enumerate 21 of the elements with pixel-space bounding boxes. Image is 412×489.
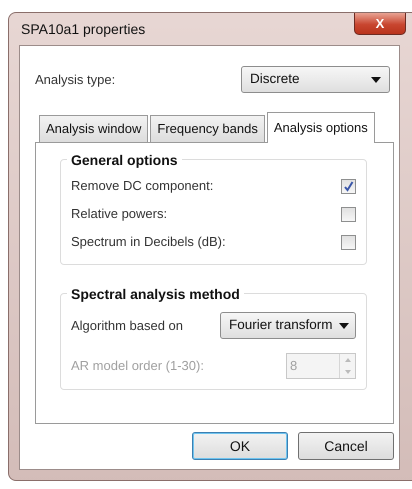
cancel-button[interactable]: Cancel: [298, 432, 394, 460]
ar-order-label: AR model order (1-30):: [71, 357, 204, 376]
option-label: Spectrum in Decibels (dB):: [71, 233, 226, 252]
window-title: SPA10a1 properties: [21, 20, 146, 39]
close-button[interactable]: X: [354, 13, 406, 35]
algorithm-dropdown[interactable]: Fourier transform: [220, 312, 356, 339]
checkbox[interactable]: [341, 206, 356, 222]
dropdown-arrow-icon: [339, 322, 349, 328]
algorithm-label: Algorithm based on: [71, 316, 184, 335]
option-label: Remove DC component:: [71, 177, 214, 196]
checkbox[interactable]: [341, 234, 356, 250]
tab[interactable]: Analysis window: [39, 115, 148, 142]
ok-button[interactable]: OK: [192, 432, 288, 460]
tab[interactable]: Analysis options: [266, 112, 375, 143]
analysis-type-dropdown[interactable]: Discrete: [241, 66, 390, 93]
analysis-type-label: Analysis type:: [35, 70, 116, 89]
dropdown-arrow-icon: [371, 76, 381, 82]
checkbox[interactable]: [341, 178, 356, 194]
tab[interactable]: Frequency bands: [150, 115, 265, 142]
spinner-field: 8: [286, 353, 356, 379]
option-label: Relative powers:: [71, 205, 168, 224]
